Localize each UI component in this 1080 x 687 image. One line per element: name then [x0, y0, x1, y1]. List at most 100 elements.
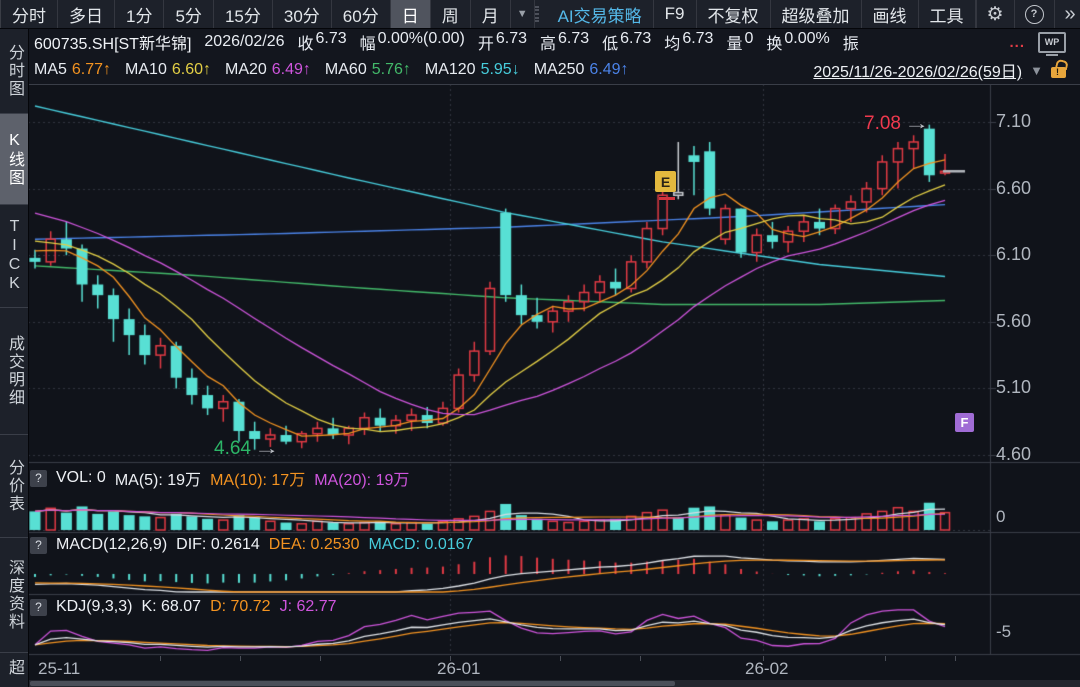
- time-label-25-11: 25-11: [38, 659, 80, 679]
- time-tick: [955, 656, 956, 661]
- ma-indicator-bar: MA56.77↑MA106.60↑MA206.49↑MA605.76↑MA120…: [28, 56, 1080, 85]
- toolbar-button-2[interactable]: 不复权: [697, 0, 771, 28]
- ma-value: 6.60↑: [172, 61, 211, 79]
- tab-period-0[interactable]: 分时: [1, 0, 58, 28]
- date-range-label[interactable]: 2025/11/26-2026/02/26(59日): [813, 58, 1022, 82]
- sidebar-item-2[interactable]: TICK: [0, 205, 28, 308]
- ma-label: MA60: [325, 61, 367, 79]
- period-tabs: 分时多日1分5分15分30分60分日周月: [1, 0, 511, 28]
- trade-date: 2026/02/26: [204, 33, 284, 51]
- tab-period-5[interactable]: 30分: [273, 0, 332, 28]
- gear-icon: ⚙: [987, 5, 1004, 24]
- volume-value: VOL: 0: [56, 469, 106, 487]
- high-price-annotation: 7.08 →: [864, 113, 921, 135]
- quote-field-value: 6.73: [558, 30, 589, 54]
- overflow-ellipsis[interactable]: ...: [1009, 34, 1025, 51]
- kdj-name: KDJ(9,3,3): [56, 598, 132, 616]
- price-label-7.10: 7.10: [996, 111, 1031, 132]
- quote-field-value: 0.00%(0.00): [378, 30, 465, 54]
- event-badge-f[interactable]: F: [955, 413, 974, 432]
- tab-period-9[interactable]: 月: [471, 0, 511, 28]
- event-badge-e[interactable]: E: [655, 171, 676, 192]
- toolbar-right-buttons: AI交易策略F9不复权超级叠加画线工具: [547, 0, 976, 28]
- quote-field-label: 低: [602, 30, 618, 54]
- wp-monitor-icon[interactable]: WP: [1038, 32, 1066, 53]
- volume-ma10: MA(10): 17万: [210, 466, 305, 490]
- quote-field-label: 量: [726, 30, 742, 54]
- toolbar-button-5[interactable]: 工具: [919, 0, 976, 28]
- price-label-6.10: 6.10: [996, 244, 1031, 265]
- tab-period-2[interactable]: 1分: [115, 0, 164, 28]
- kdj-d: D: 70.72: [210, 598, 270, 616]
- more-button[interactable]: »: [1054, 0, 1080, 28]
- quote-field-2: 开6.73: [478, 30, 527, 54]
- quote-field-8: 振: [843, 30, 861, 54]
- tab-period-6[interactable]: 60分: [332, 0, 391, 28]
- quote-field-value: 6.73: [620, 30, 651, 54]
- scrollbar-thumb[interactable]: [30, 681, 675, 686]
- ma-value: 6.49↑: [272, 61, 311, 79]
- tab-period-4[interactable]: 15分: [214, 0, 273, 28]
- quote-field-1: 幅0.00%(0.00): [360, 30, 465, 54]
- quote-field-4: 低6.73: [602, 30, 651, 54]
- ma-value: 5.95↓: [481, 61, 520, 79]
- high-price-value: 7.08: [864, 113, 901, 135]
- quote-field-label: 均: [664, 30, 680, 54]
- help-icon[interactable]: ?: [30, 470, 47, 487]
- quote-field-label: 换: [766, 30, 782, 54]
- unlock-icon[interactable]: [1051, 67, 1066, 78]
- toolbar-button-1[interactable]: F9: [654, 0, 697, 28]
- sidebar-item-4[interactable]: 分价表: [0, 435, 28, 538]
- ma-item-ma10: MA106.60↑: [125, 61, 211, 79]
- volume-pane-header: ? VOL: 0 MA(5): 19万 MA(10): 17万 MA(20): …: [30, 466, 409, 490]
- help-icon[interactable]: ?: [30, 599, 47, 616]
- quote-field-3: 高6.73: [540, 30, 589, 54]
- sidebar-item-6[interactable]: 超: [0, 653, 28, 687]
- sidebar-item-0[interactable]: 分时图: [0, 28, 28, 114]
- ma-value: 5.76↑: [372, 61, 411, 79]
- time-tick: [885, 656, 886, 661]
- quote-fields: 收6.73幅0.00%(0.00)开6.73高6.73低6.73均6.73量0换…: [297, 30, 860, 54]
- volume-ma20: MA(20): 19万: [314, 466, 409, 490]
- macd-dea: DEA: 0.2530: [269, 536, 360, 554]
- toolbar-button-0[interactable]: AI交易策略: [547, 0, 654, 28]
- sidebar-item-3[interactable]: 成交明细: [0, 308, 28, 435]
- price-label-6.60: 6.60: [996, 178, 1031, 199]
- ma-values: MA56.77↑MA106.60↑MA206.49↑MA605.76↑MA120…: [34, 61, 629, 79]
- price-label-5.10: 5.10: [996, 377, 1031, 398]
- toolbar-button-3[interactable]: 超级叠加: [771, 0, 862, 28]
- quote-field-6: 量0: [726, 30, 753, 54]
- sidebar-item-5[interactable]: 深度资料: [0, 538, 28, 653]
- tab-period-8[interactable]: 周: [431, 0, 471, 28]
- ma-label: MA20: [225, 61, 267, 79]
- tab-period-3[interactable]: 5分: [164, 0, 213, 28]
- low-price-value: 4.64: [214, 438, 251, 460]
- toolbar-button-4[interactable]: 画线: [862, 0, 919, 28]
- period-dropdown-caret-icon[interactable]: ▼: [511, 0, 535, 28]
- toolbar-divider: [535, 6, 539, 22]
- time-tick: [450, 656, 451, 661]
- ma-item-ma20: MA20 6.49↑: [225, 61, 311, 79]
- quote-field-value: 6.73: [496, 30, 527, 54]
- time-tick: [320, 656, 321, 661]
- time-axis: 25-1126-0126-02: [28, 656, 1080, 680]
- stock-chart-app: 分时多日1分5分15分30分60分日周月 ▼ AI交易策略F9不复权超级叠加画线…: [0, 0, 1080, 687]
- chevron-down-icon: ▼: [1030, 63, 1043, 78]
- candlestick-chart-canvas[interactable]: [28, 84, 1080, 656]
- stock-info-bar: 600735.SH[ST新华锦] 2026/02/26 收6.73幅0.00%(…: [28, 28, 1080, 56]
- time-label-26-02: 26-02: [745, 659, 788, 679]
- sidebar-item-1[interactable]: K线图: [0, 114, 28, 205]
- help-icon[interactable]: ?: [30, 537, 47, 554]
- horizontal-scrollbar[interactable]: [28, 680, 1080, 687]
- ma-label: MA250: [534, 61, 585, 79]
- tab-period-1[interactable]: 多日: [58, 0, 115, 28]
- date-range-control[interactable]: 2025/11/26-2026/02/26(59日) ▼: [813, 58, 1070, 82]
- ma-item-ma60: MA60 5.76↑: [325, 61, 411, 79]
- stock-symbol: 600735.SH[ST新华锦]: [34, 30, 191, 54]
- kdj-j: J: 62.77: [280, 598, 337, 616]
- settings-button[interactable]: ⚙: [976, 0, 1014, 28]
- double-chevron-icon: »: [1065, 4, 1076, 24]
- tab-period-7[interactable]: 日: [391, 0, 431, 28]
- volume-zero-label: 0: [996, 507, 1005, 527]
- help-button[interactable]: ?: [1014, 0, 1054, 28]
